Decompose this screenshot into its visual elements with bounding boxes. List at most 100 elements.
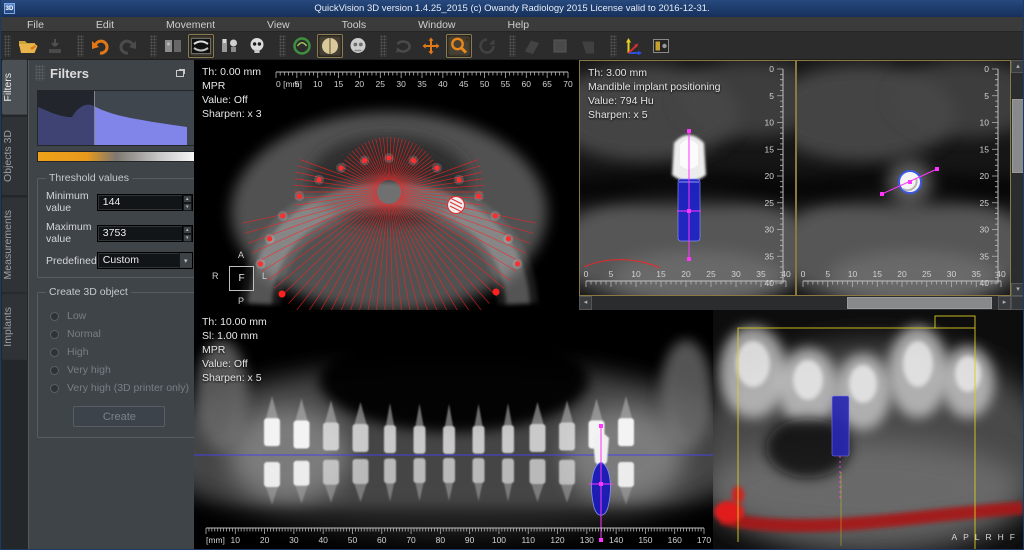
- plane2-button[interactable]: [547, 34, 573, 58]
- implant-views-button[interactable]: [216, 34, 242, 58]
- density-gradient-bar: [37, 151, 202, 162]
- threshold-group-title: Threshold values: [46, 172, 132, 184]
- sidebar-tab-implants[interactable]: Implants: [2, 294, 27, 360]
- minimum-value-spinner[interactable]: ▴▾: [182, 195, 192, 210]
- radio-label: Normal: [67, 328, 101, 340]
- plane2-icon: [549, 35, 571, 57]
- maximum-value-input[interactable]: 3753 ▴▾: [97, 225, 193, 242]
- minimum-value-input[interactable]: 144 ▴▾: [97, 194, 193, 211]
- radio-low[interactable]: Low: [50, 310, 193, 322]
- scroll-down-icon[interactable]: ▾: [1011, 283, 1024, 296]
- rotate3d-button[interactable]: [474, 34, 500, 58]
- toolbar-grip: [4, 35, 11, 57]
- undo-button[interactable]: [87, 34, 113, 58]
- panel-float-button[interactable]: [174, 67, 187, 79]
- radio-label: High: [67, 346, 89, 358]
- sidebar-tab-filters[interactable]: Filters: [2, 60, 27, 115]
- sidebar-tab-objects-3d[interactable]: Objects 3D: [2, 117, 27, 195]
- menu-item-file[interactable]: File: [1, 17, 70, 31]
- radio-icon: [50, 330, 59, 339]
- toolbar-grip: [150, 35, 157, 57]
- spin-up-icon[interactable]: ▴: [183, 226, 192, 234]
- panoramic-icon: [190, 35, 212, 57]
- spin-down-icon[interactable]: ▾: [183, 203, 192, 211]
- panel-grip-handle[interactable]: [35, 65, 45, 81]
- cross-section-perpendicular-viewport[interactable]: 0510152025303540 0510152025303540: [796, 60, 1011, 296]
- cross-section-implant-viewport[interactable]: Th: 3.00 mmMandible implant positioningV…: [579, 60, 796, 296]
- toolbar: [1, 32, 1023, 60]
- scroll-left-icon[interactable]: ◂: [579, 296, 592, 310]
- open-icon: [16, 35, 38, 57]
- horizontal-scrollbar[interactable]: ◂ ▸: [579, 296, 1011, 310]
- scroll-right-icon[interactable]: ▸: [998, 296, 1011, 310]
- menu-item-movement[interactable]: Movement: [140, 17, 241, 31]
- panel-title: Filters: [50, 66, 170, 81]
- title-bar[interactable]: 3D QuickVision 3D version 1.4.25_2015 (c…: [1, 0, 1023, 17]
- menu-item-view[interactable]: View: [241, 17, 316, 31]
- spin-up-icon[interactable]: ▴: [183, 195, 192, 203]
- redo-button[interactable]: [115, 34, 141, 58]
- redo-icon: [117, 35, 139, 57]
- scroll-up-icon[interactable]: ▴: [1011, 60, 1024, 73]
- rotate-button[interactable]: [390, 34, 416, 58]
- vertical-scroll-thumb[interactable]: [1012, 99, 1024, 173]
- radio-label: Low: [67, 310, 86, 322]
- threshold-values-group: Threshold values Minimum value 144 ▴▾ Ma…: [37, 172, 202, 278]
- vertical-scroll-track[interactable]: [1011, 73, 1024, 283]
- predefined-label: Predefined: [46, 255, 97, 267]
- menu-item-window[interactable]: Window: [392, 17, 481, 31]
- cross-section-overlay-labels: Th: 3.00 mmMandible implant positioningV…: [588, 66, 721, 122]
- horizontal-scroll-track[interactable]: [592, 296, 998, 310]
- zoom-icon: [448, 35, 470, 57]
- open-button[interactable]: [14, 34, 40, 58]
- orientation-posterior: P: [238, 296, 244, 306]
- axial-mpr-viewport[interactable]: Th: 0.00 mmMPRValue: OffSharpen: x 3 0 […: [194, 60, 579, 310]
- menu-item-edit[interactable]: Edit: [70, 17, 140, 31]
- zoom-button[interactable]: [446, 34, 472, 58]
- radio-very-high-3d-printer-only[interactable]: Very high (3D printer only): [50, 382, 193, 394]
- chevron-down-icon[interactable]: ▾: [179, 253, 192, 268]
- histogram-threshold-region[interactable]: [38, 91, 95, 145]
- sidebar-tab-measurements[interactable]: Measurements: [2, 197, 27, 292]
- create-3d-object-group: Create 3D object LowNormalHighVery highV…: [37, 286, 202, 438]
- toolbar-group: [620, 34, 674, 58]
- layout-button[interactable]: [648, 34, 674, 58]
- radio-label: Very high: [67, 364, 111, 376]
- volume-3d-viewport[interactable]: APLRHF: [713, 310, 1024, 550]
- menu-item-help[interactable]: Help: [482, 17, 556, 31]
- radio-icon: [50, 348, 59, 357]
- application-window: 3D QuickVision 3D version 1.4.25_2015 (c…: [0, 0, 1024, 550]
- spin-down-icon[interactable]: ▾: [183, 234, 192, 242]
- horizontal-scroll-thumb[interactable]: [847, 297, 992, 309]
- pan-icon: [420, 35, 442, 57]
- axes-button[interactable]: [620, 34, 646, 58]
- ceph-button[interactable]: [160, 34, 186, 58]
- toolbar-grip: [279, 35, 286, 57]
- skull-button[interactable]: [244, 34, 270, 58]
- threshold-histogram[interactable]: [37, 90, 202, 146]
- vertical-scrollbar[interactable]: ▴ ▾: [1011, 60, 1024, 296]
- menu-item-tools[interactable]: Tools: [316, 17, 393, 31]
- sphere-button[interactable]: [317, 34, 343, 58]
- predefined-dropdown[interactable]: Custom ▾: [97, 252, 193, 269]
- toolbar-grip: [380, 35, 387, 57]
- import-button[interactable]: [42, 34, 68, 58]
- panoramic-button[interactable]: [188, 34, 214, 58]
- volume-button[interactable]: [345, 34, 371, 58]
- plane1-button[interactable]: [519, 34, 545, 58]
- radio-high[interactable]: High: [50, 346, 193, 358]
- pan-button[interactable]: [418, 34, 444, 58]
- panoramic-viewport[interactable]: Th: 10.00 mmSl: 1.00 mmMPRValue: OffShar…: [194, 310, 713, 550]
- plane3-button[interactable]: [575, 34, 601, 58]
- cross-section-image: [797, 61, 1010, 295]
- radio-label: Very high (3D printer only): [67, 382, 189, 394]
- layout-icon: [650, 35, 672, 57]
- radio-very-high[interactable]: Very high: [50, 364, 193, 376]
- arch-button[interactable]: [289, 34, 315, 58]
- create-button[interactable]: Create: [73, 406, 165, 427]
- radio-normal[interactable]: Normal: [50, 328, 193, 340]
- maximum-value-spinner[interactable]: ▴▾: [182, 226, 192, 241]
- skull-icon: [246, 35, 268, 57]
- maximum-value-label: Maximum value: [46, 221, 97, 245]
- rotate3d-icon: [476, 35, 498, 57]
